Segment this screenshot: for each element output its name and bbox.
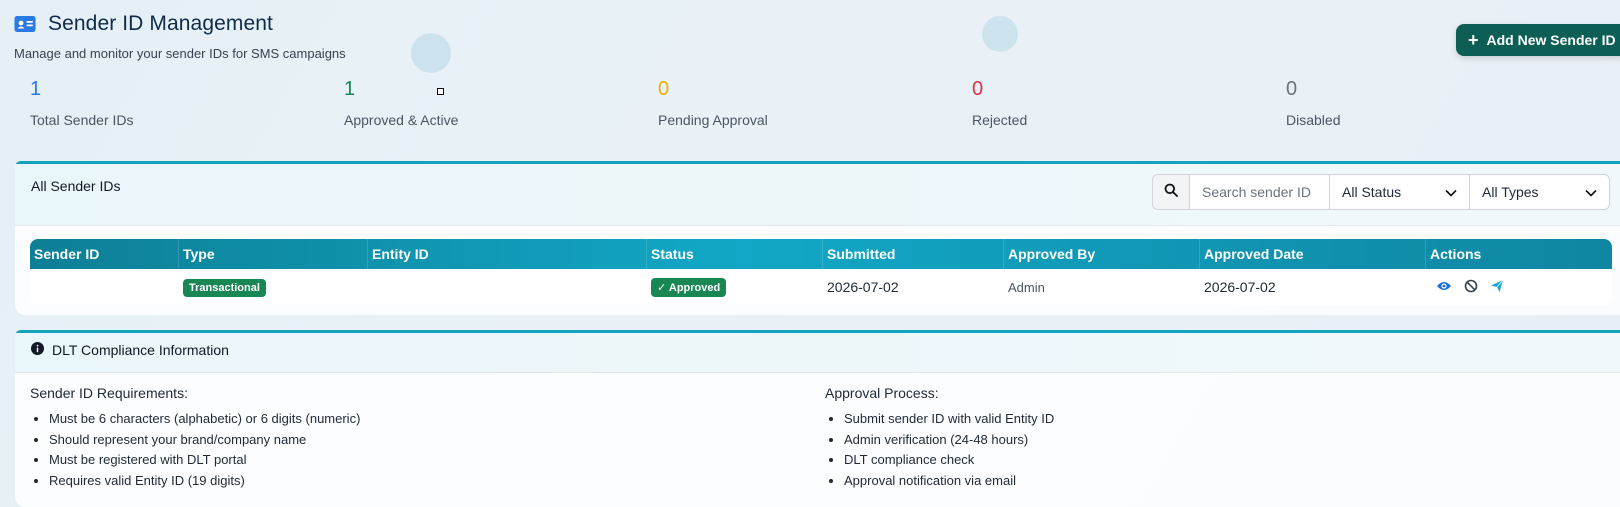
list-item: DLT compliance check [844,450,1054,471]
stat-disabled: 0 Disabled [1286,76,1340,128]
list-item: Should represent your brand/company name [49,430,360,451]
stat-label: Pending Approval [658,112,768,128]
status-label: Approved [668,281,721,294]
card-title: All Sender IDs [31,178,121,194]
search-icon [1164,183,1178,202]
column-header: Entity ID [368,239,647,269]
table-row: Transactional ✓ Approved 2026-07-02 Admi… [30,269,1612,305]
plus-icon: + [1468,30,1479,50]
column-header: Approved By [1004,239,1200,269]
column-header: Status [647,239,823,269]
stat-total: 1 Total Sender IDs [30,76,134,128]
dlt-title-row: DLT Compliance Information [31,342,229,358]
column-header: Type [179,239,368,269]
column-header: Submitted [823,239,1004,269]
stat-approved: 1 Approved & Active [344,76,458,128]
stat-value: 0 [1286,78,1298,100]
filters-bar: All Status All Types [1152,174,1610,210]
chevron-down-icon [1445,184,1457,200]
requirements-list: Must be 6 characters (alphabetic) or 6 d… [30,409,360,491]
add-sender-id-button[interactable]: + Add New Sender ID [1456,24,1620,56]
search-button[interactable] [1152,174,1190,210]
requirements-heading: Sender ID Requirements: [30,385,188,401]
column-header: Sender ID [30,239,179,269]
stat-label: Disabled [1286,112,1341,128]
list-item: Submit sender ID with valid Entity ID [844,409,1054,430]
cell-type: Transactional [179,278,368,297]
status-filter-value: All Status [1342,184,1402,200]
add-sender-id-label: Add New Sender ID [1486,32,1616,48]
info-icon [31,342,44,358]
process-heading: Approval Process: [825,385,939,401]
page-header: Sender ID Management Manage and monitor … [14,12,346,61]
page-subtitle: Manage and monitor your sender IDs for S… [14,46,346,61]
table-header: Sender ID Type Entity ID Status Submitte… [30,239,1612,269]
page-title: Sender ID Management [48,12,273,35]
column-header: Actions [1430,246,1482,262]
check-icon: ✓ [657,281,667,294]
type-filter-value: All Types [1482,184,1539,200]
status-filter-select[interactable]: All Status [1330,174,1470,210]
card-header: DLT Compliance Information [15,333,1620,373]
requirements-section: Sender ID Requirements: Must be 6 charac… [30,385,360,491]
dlt-title: DLT Compliance Information [52,342,229,358]
search-input[interactable] [1190,174,1330,210]
send-icon[interactable] [1490,279,1504,296]
list-item: Must be 6 characters (alphabetic) or 6 d… [49,409,360,430]
type-badge: Transactional [183,278,266,297]
decorative-bubble [411,33,451,73]
cell-actions [1426,279,1612,296]
column-header: Approved Date [1200,239,1426,269]
stat-label: Total Sender IDs [30,112,134,128]
type-filter-select[interactable]: All Types [1470,174,1610,210]
cell-status: ✓ Approved [647,277,823,297]
stat-label: Approved & Active [344,112,459,128]
stat-value: 0 [972,78,984,100]
id-card-icon [14,15,36,33]
process-list: Submit sender ID with valid Entity ID Ad… [825,409,1054,491]
cell-approved-date: 2026-07-02 [1204,279,1276,295]
sender-ids-card: All Sender IDs All Status All Types [15,161,1620,315]
cell-approved-by: Admin [1008,279,1045,295]
ban-icon[interactable] [1464,279,1478,296]
card-header: All Sender IDs All Status All Types [15,164,1620,226]
stat-rejected: 0 Rejected [972,76,1027,128]
cursor-square-icon [437,88,444,95]
stat-label: Rejected [972,112,1028,128]
dlt-compliance-card: DLT Compliance Information Sender ID Req… [15,330,1620,507]
stat-value: 0 [658,78,670,100]
cell-submitted: 2026-07-02 [827,279,899,295]
list-item: Requires valid Entity ID (19 digits) [49,471,360,492]
stats-row: 1 Total Sender IDs 1 Approved & Active 0… [30,76,1620,136]
approval-process-section: Approval Process: Submit sender ID with … [825,385,1054,491]
list-item: Must be registered with DLT portal [49,450,360,471]
sender-ids-table: Sender ID Type Entity ID Status Submitte… [30,239,1612,305]
decorative-bubble [982,16,1018,52]
stat-pending: 0 Pending Approval [658,76,768,128]
chevron-down-icon [1585,184,1597,200]
stat-value: 1 [30,78,42,100]
list-item: Admin verification (24-48 hours) [844,430,1054,451]
eye-icon[interactable] [1436,279,1452,295]
list-item: Approval notification via email [844,471,1054,492]
status-badge: ✓ Approved [651,277,727,297]
